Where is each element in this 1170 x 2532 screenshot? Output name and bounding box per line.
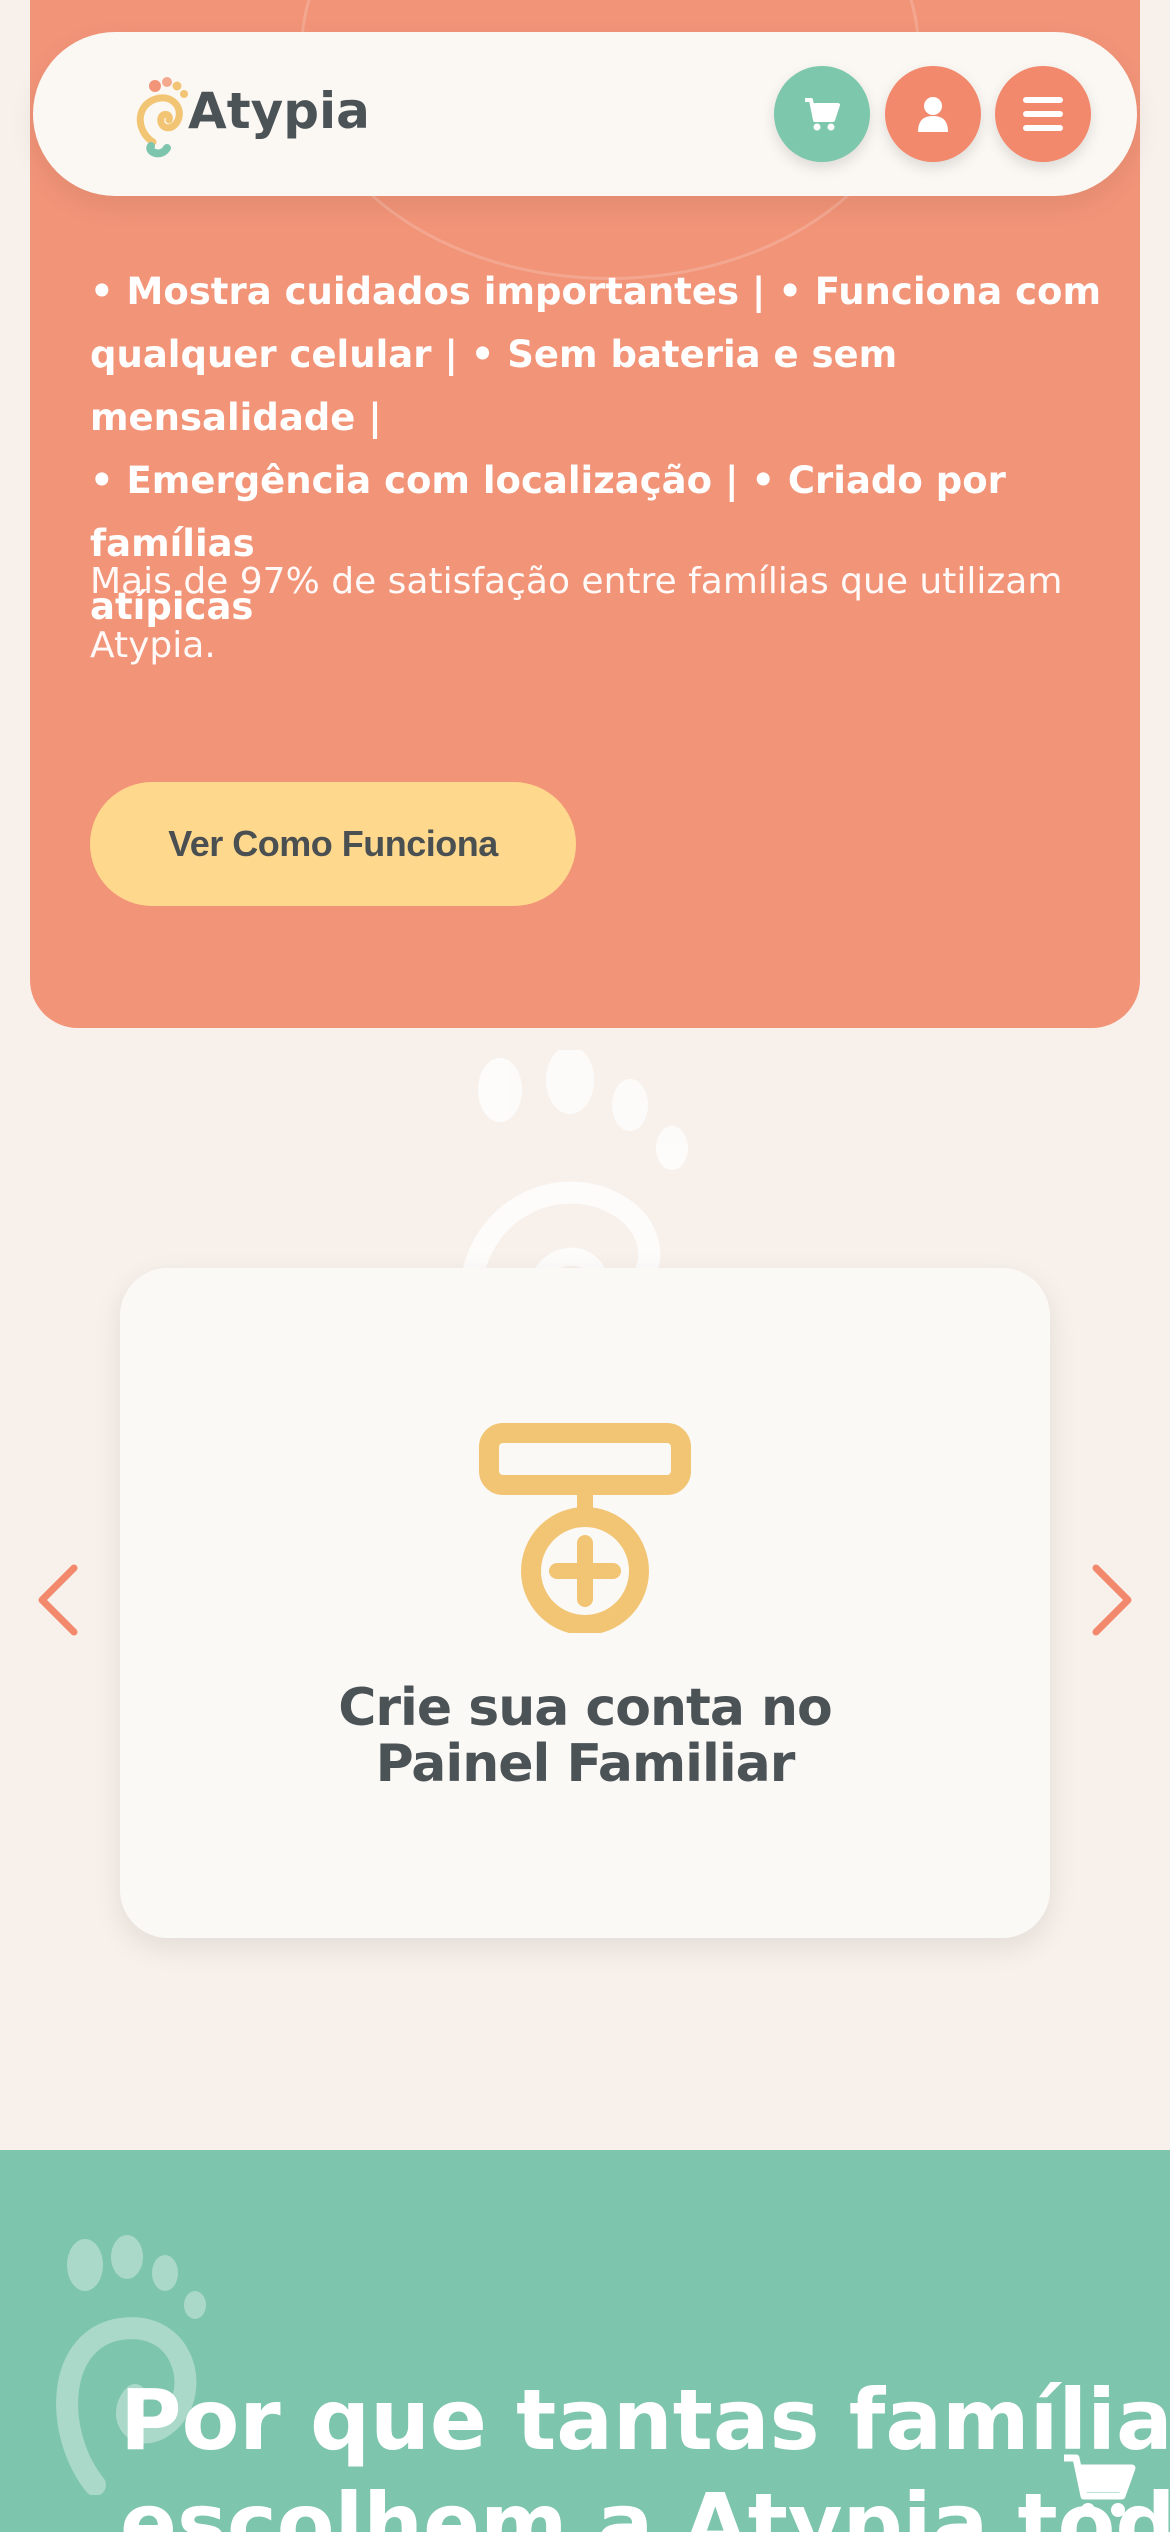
cart-button[interactable] (774, 66, 870, 162)
why-section-title: Por que tantas famílias escolhem a Atypi… (120, 2368, 1170, 2532)
chevron-left-icon (38, 1564, 78, 1636)
account-button[interactable] (885, 66, 981, 162)
hamburger-menu-icon (1023, 97, 1063, 131)
floating-cart-icon[interactable] (1060, 2450, 1140, 2520)
user-icon (918, 97, 948, 132)
foot-watermark-icon (459, 1050, 688, 1290)
satisfaction-text: Mais de 97% de satisfação entre famílias… (90, 561, 1063, 666)
cart-icon (805, 98, 840, 131)
see-how-it-works-button[interactable]: Ver Como Funciona (90, 782, 576, 906)
site-header: Atypia (33, 32, 1137, 196)
chevron-right-icon (1092, 1564, 1132, 1636)
carousel-step-card: Crie sua conta no Painel Familiar (120, 1268, 1050, 1938)
features-line: • Mostra cuidados importantes | • Funcio… (90, 270, 1102, 313)
title-line: escolhem a Atypia todo (120, 2475, 1170, 2532)
step-title: Crie sua conta no Painel Familiar (338, 1678, 833, 1794)
medical-badge-icon (479, 1423, 691, 1633)
why-families-section: Por que tantas famílias escolhem a Atypi… (0, 2150, 1170, 2532)
carousel-next-button[interactable] (1080, 1560, 1140, 1640)
carousel-prev-button[interactable] (30, 1560, 90, 1640)
brand-name[interactable]: Atypia (188, 82, 370, 140)
title-line: Por que tantas famílias (120, 2371, 1170, 2469)
features-line: qualquer celular | • Sem bateria e sem m… (90, 333, 898, 439)
menu-button[interactable] (995, 66, 1091, 162)
